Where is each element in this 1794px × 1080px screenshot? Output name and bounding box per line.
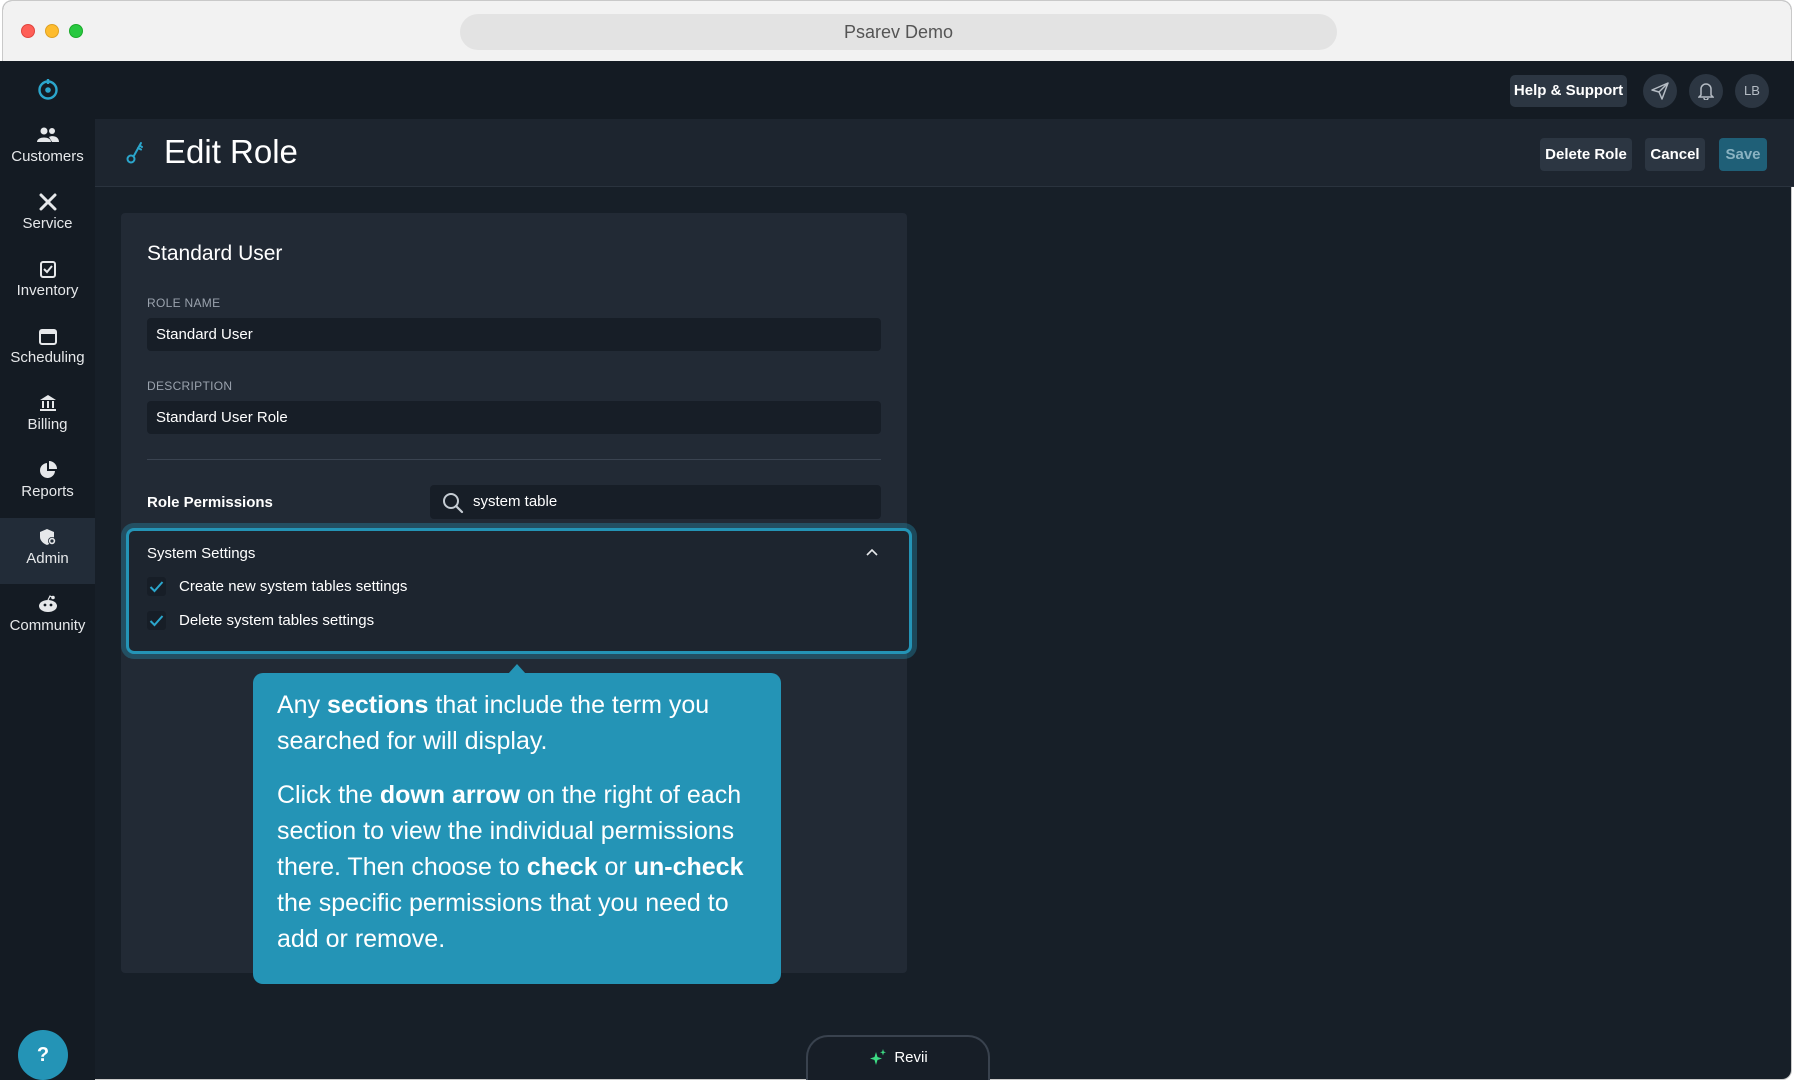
tooltip-paragraph: Click the down arrow on the right of eac… xyxy=(277,781,744,953)
sidebar-item-label: Reports xyxy=(21,483,74,500)
address-bar[interactable]: Psarev Demo xyxy=(460,14,1337,50)
permission-checkbox[interactable] xyxy=(147,611,166,630)
role-name-input[interactable]: Standard User xyxy=(147,318,881,351)
sidebar-item-admin[interactable]: Admin xyxy=(0,518,95,584)
sidebar-item-billing[interactable]: Billing xyxy=(0,384,95,450)
role-name-label: ROLE NAME xyxy=(147,296,221,310)
permission-label: Delete system tables settings xyxy=(179,612,375,629)
sidebar-item-community[interactable]: Community xyxy=(0,585,95,651)
sidebar-item-label: Billing xyxy=(27,416,68,433)
sidebar-item-scheduling[interactable]: Scheduling xyxy=(0,317,95,383)
sidebar-item-reports[interactable]: Reports xyxy=(0,451,95,517)
maximize-window-button[interactable] xyxy=(69,24,83,38)
role-permissions-label: Role Permissions xyxy=(147,494,273,511)
cancel-button[interactable]: Cancel xyxy=(1645,138,1705,171)
notifications-button[interactable] xyxy=(1689,74,1723,108)
user-avatar[interactable]: LB xyxy=(1735,74,1769,108)
sidebar-item-customers[interactable]: Customers xyxy=(0,116,95,182)
search-value: system table xyxy=(473,493,558,510)
delete-role-button[interactable]: Delete Role xyxy=(1540,138,1632,171)
checkmark-icon xyxy=(147,577,166,596)
sidebar: Customers Service Inventory Scheduling B… xyxy=(0,61,95,1080)
paper-plane-icon xyxy=(1651,82,1669,100)
page-title: Edit Role xyxy=(164,133,298,170)
search-icon xyxy=(443,493,464,514)
permissions-search-input[interactable]: system table xyxy=(430,485,881,519)
app-logo-icon[interactable] xyxy=(35,76,61,102)
bell-icon xyxy=(1697,83,1715,101)
sidebar-item-service[interactable]: Service xyxy=(0,183,95,249)
bank-icon xyxy=(39,395,56,411)
users-icon xyxy=(36,127,59,142)
tooltip-paragraph: Any sections that include the term you s… xyxy=(277,691,710,755)
clipboard-check-icon xyxy=(39,261,56,278)
sidebar-item-inventory[interactable]: Inventory xyxy=(0,250,95,316)
calendar-icon xyxy=(38,329,57,345)
help-support-button[interactable]: Help & Support xyxy=(1510,75,1627,107)
section-title[interactable]: System Settings xyxy=(147,545,255,562)
permission-checkbox[interactable] xyxy=(147,577,166,596)
description-label: DESCRIPTION xyxy=(147,379,233,393)
minimize-window-button[interactable] xyxy=(45,24,59,38)
chevron-up-icon[interactable] xyxy=(866,548,878,556)
guide-tooltip: Any sections that include the term you s… xyxy=(253,673,781,984)
send-feedback-button[interactable] xyxy=(1643,74,1677,108)
community-icon xyxy=(38,595,57,612)
divider xyxy=(147,459,881,460)
sidebar-item-label: Customers xyxy=(11,148,84,165)
pie-chart-icon xyxy=(39,461,57,478)
shield-gear-icon xyxy=(39,529,56,545)
sidebar-item-label: Scheduling xyxy=(10,349,85,366)
revii-assistant-button[interactable]: Revii xyxy=(806,1035,990,1080)
revii-label: Revii xyxy=(894,1049,928,1066)
key-icon xyxy=(126,142,143,164)
checkmark-icon xyxy=(147,611,166,630)
sidebar-item-label: Community xyxy=(9,617,86,634)
permission-label: Create new system tables settings xyxy=(179,578,408,595)
title-bar: Psarev Demo xyxy=(3,1,1791,62)
help-button[interactable]: ? xyxy=(18,1030,68,1080)
close-window-button[interactable] xyxy=(21,24,35,38)
sparkle-icon xyxy=(870,1049,887,1066)
sidebar-item-label: Service xyxy=(22,215,73,232)
sidebar-item-label: Admin xyxy=(26,550,69,567)
save-button[interactable]: Save xyxy=(1719,138,1767,171)
sidebar-item-label: Inventory xyxy=(16,282,79,299)
description-input[interactable]: Standard User Role xyxy=(147,401,881,434)
tools-icon xyxy=(39,193,56,211)
role-heading: Standard User xyxy=(147,242,283,265)
